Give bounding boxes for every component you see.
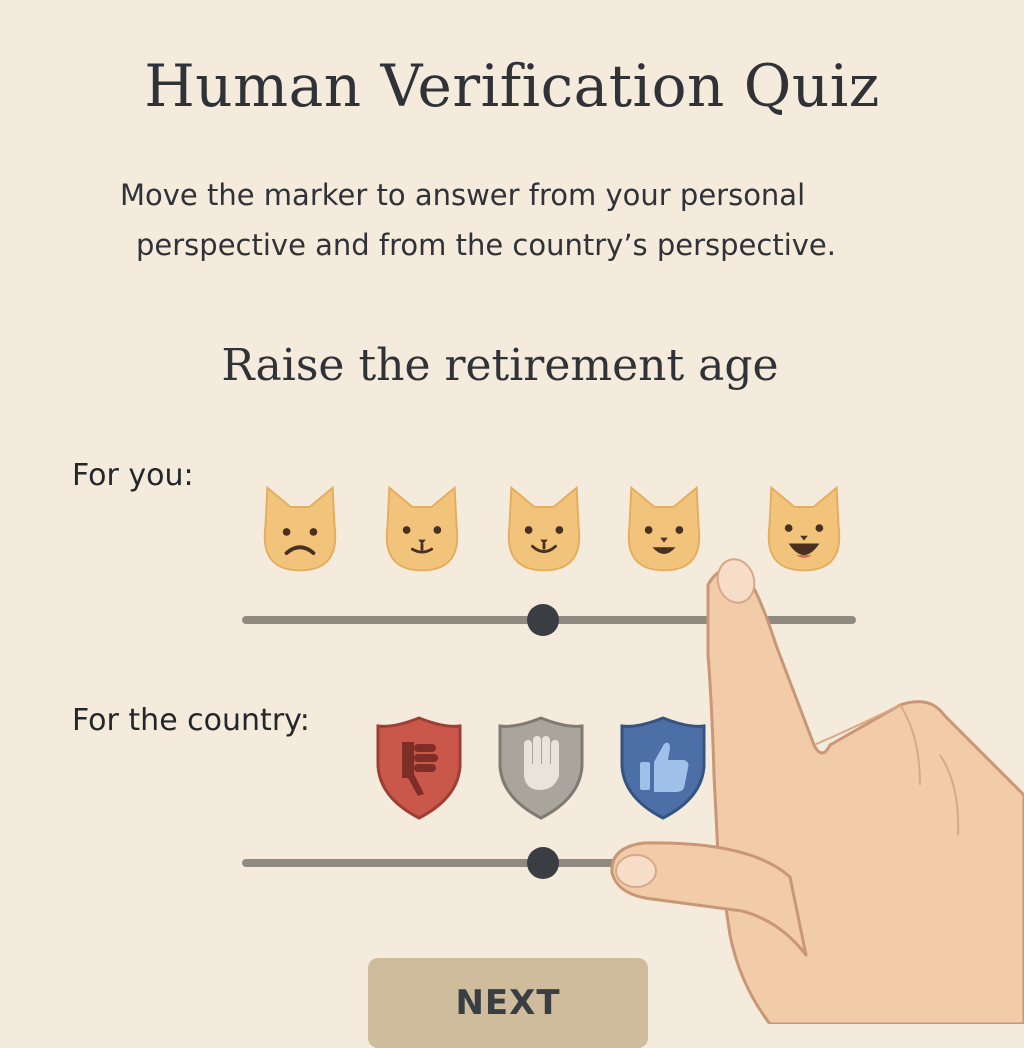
neutral-cat-icon[interactable] xyxy=(374,482,470,578)
instructions: Move the marker to answer from your pers… xyxy=(120,170,920,270)
personal-slider-thumb[interactable] xyxy=(526,604,559,636)
country-slider-thumb[interactable] xyxy=(526,847,559,879)
pointing-hand-illustration xyxy=(600,555,1024,1026)
thumbs-down-shield-icon[interactable] xyxy=(374,714,464,820)
sad-cat-icon[interactable] xyxy=(252,482,348,578)
instructions-line-1: Move the marker to answer from your pers… xyxy=(120,178,806,212)
page-title: Human Verification Quiz xyxy=(144,52,880,120)
for-you-label: For you: xyxy=(72,458,194,493)
raised-hand-shield-icon[interactable] xyxy=(496,714,586,820)
for-country-label: For the country: xyxy=(72,703,310,738)
slightly-smiling-cat-icon[interactable] xyxy=(496,482,592,578)
question-title: Raise the retirement age xyxy=(221,340,779,391)
instructions-line-2: perspective and from the country’s persp… xyxy=(136,228,836,262)
